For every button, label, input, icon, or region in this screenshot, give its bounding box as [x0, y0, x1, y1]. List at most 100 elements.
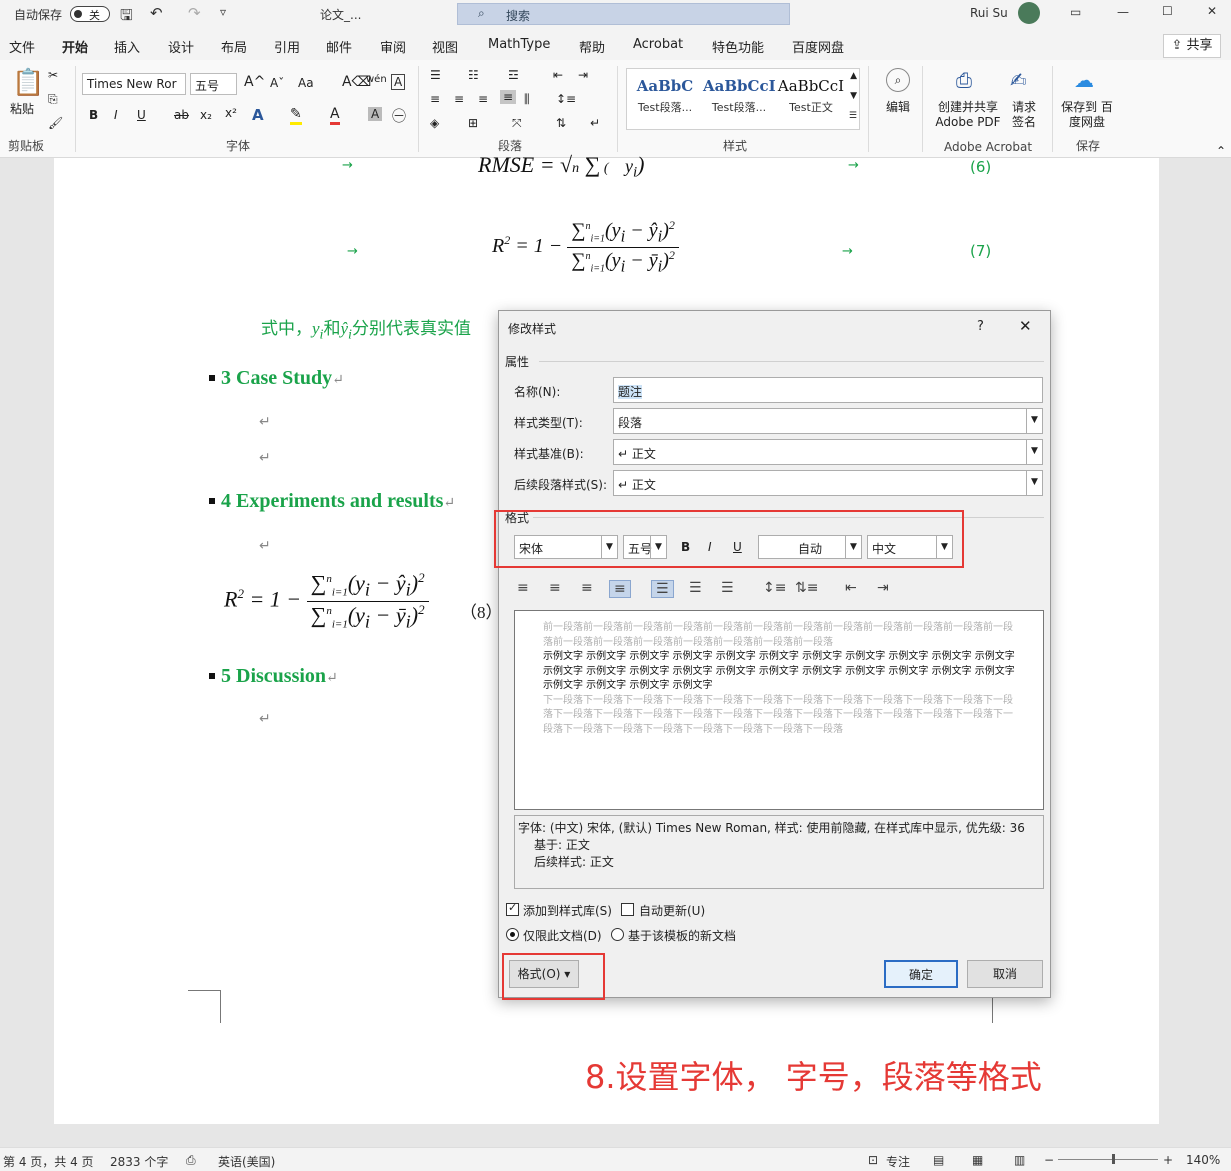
style-gallery[interactable]: AaBbC Test段落... AaBbCcI Test段落... AaBbCcI T…	[626, 68, 860, 130]
double-spacing-icon[interactable]: ☰	[721, 580, 734, 596]
tab-12[interactable]: 特色功能	[712, 37, 764, 56]
add-gallery-checkbox[interactable]: ✓	[506, 901, 519, 916]
multilevel-list-icon[interactable]: ☲	[508, 68, 519, 82]
align-center-icon[interactable]: ≡	[454, 92, 464, 106]
request-sign-icon[interactable]: ✍	[1010, 68, 1027, 92]
justify-icon[interactable]: ≡	[500, 90, 517, 104]
language[interactable]: 英语(美国)	[218, 1153, 275, 1170]
phonetic-guide-icon[interactable]: wén	[366, 74, 387, 85]
save-icon[interactable]: 🖫	[120, 5, 133, 30]
customize-qat-icon[interactable]: ▿	[220, 5, 226, 19]
style-item[interactable]: AaBbCcI Test正文	[775, 77, 847, 115]
undo-icon[interactable]: ↶	[150, 4, 163, 22]
tab-2[interactable]: 插入	[114, 37, 140, 56]
change-case-icon[interactable]: Aa	[298, 76, 314, 90]
collapse-ribbon-icon[interactable]: ⌃	[1216, 144, 1226, 158]
highlight-icon[interactable]: ✎	[290, 106, 302, 125]
style-type-select[interactable]: 段落 ▼	[613, 408, 1043, 434]
user-name[interactable]: Rui Su	[970, 6, 1008, 20]
redo-icon[interactable]: ↷	[188, 4, 201, 22]
avatar[interactable]	[1018, 2, 1040, 24]
auto-update-label[interactable]: 自动更新(U)	[639, 902, 705, 919]
align-left-icon[interactable]: ≡	[517, 580, 529, 596]
decrease-spacing-icon[interactable]: ⇅≡	[795, 580, 818, 596]
increase-indent-icon[interactable]: ⇥	[578, 68, 588, 82]
maximize-icon[interactable]: ☐	[1162, 4, 1173, 18]
copy-icon[interactable]: ⎘	[48, 92, 58, 107]
heading-experiments[interactable]: 4 Experiments and results↵	[221, 490, 455, 513]
baidu-cloud-icon[interactable]: ☁	[1074, 68, 1094, 92]
align-right-icon[interactable]: ≡	[581, 580, 593, 596]
only-doc-label[interactable]: 仅限此文档(D)	[523, 927, 602, 944]
word-count[interactable]: 2833 个字	[110, 1153, 168, 1170]
distributed-icon[interactable]: ⫼	[524, 92, 530, 107]
focus-label[interactable]: 专注	[886, 1153, 910, 1170]
gallery-up-icon[interactable]: ▲	[850, 71, 857, 81]
tab-1[interactable]: 开始	[62, 37, 89, 62]
bold-icon[interactable]: B	[89, 108, 98, 122]
font-size-box[interactable]: 五号	[190, 73, 237, 95]
text-effects-icon[interactable]: A	[252, 106, 264, 124]
italic-icon[interactable]: I	[114, 108, 118, 122]
tab-7[interactable]: 审阅	[380, 37, 406, 56]
bullets-icon[interactable]: ☰	[430, 68, 441, 82]
zoom-out-icon[interactable]: −	[1044, 1153, 1054, 1167]
ribbon-display-icon[interactable]: ▭	[1070, 5, 1081, 19]
web-layout-icon[interactable]: ▥	[1014, 1153, 1025, 1167]
format-painter-icon[interactable]: 🖌	[48, 116, 63, 130]
add-gallery-label[interactable]: 添加到样式库(S)	[523, 902, 612, 919]
paste-icon[interactable]: 📋	[12, 68, 44, 98]
new-template-radio[interactable]	[611, 928, 624, 941]
font-color-icon[interactable]: A	[330, 106, 340, 125]
font-name-box[interactable]: Times New Ror	[82, 73, 186, 95]
tab-8[interactable]: 视图	[432, 37, 458, 56]
minimize-icon[interactable]: —	[1117, 5, 1129, 19]
show-marks-icon[interactable]: ↵	[590, 116, 600, 130]
cancel-button[interactable]: 取消	[967, 960, 1043, 988]
proofing-icon[interactable]: ⎙	[186, 1153, 196, 1168]
gallery-down-icon[interactable]: ▼	[850, 91, 857, 101]
superscript-icon[interactable]: x²	[225, 106, 237, 120]
tab-10[interactable]: 帮助	[579, 37, 605, 56]
equation-rmse[interactable]: RMSE = √n ∑ ( yi)	[478, 152, 644, 182]
find-icon[interactable]: ⌕	[886, 68, 910, 92]
increase-spacing-icon[interactable]: ↕≡	[763, 580, 786, 596]
gallery-more-icon[interactable]: ☰	[849, 111, 857, 121]
new-template-label[interactable]: 基于该模板的新文档	[628, 927, 736, 944]
char-shading-icon[interactable]: A	[368, 107, 383, 121]
tab-0[interactable]: 文件	[9, 37, 35, 56]
numbering-icon[interactable]: ☷	[468, 68, 479, 82]
chinese-layout-icon[interactable]: ⤧	[512, 116, 522, 131]
heading-case-study[interactable]: 3 Case Study↵	[221, 367, 344, 390]
body-paragraph[interactable]: 式中，yi和ŷi分别代表真实值	[261, 314, 471, 343]
tab-13[interactable]: 百度网盘	[792, 37, 844, 56]
tab-3[interactable]: 设计	[168, 37, 194, 56]
paste-label[interactable]: 粘贴	[10, 100, 34, 117]
zoom-slider-thumb[interactable]	[1112, 1154, 1115, 1164]
align-left-icon[interactable]: ≡	[430, 92, 440, 106]
tab-6[interactable]: 邮件	[326, 37, 352, 56]
line-spacing-icon[interactable]: ↕≡	[556, 92, 576, 106]
equation-r2-8[interactable]: R2 = 1 − ∑ni=1(yi − ŷi)2 ∑ni=1(yi − ȳi)2	[224, 570, 429, 632]
zoom-in-icon[interactable]: +	[1163, 1153, 1173, 1167]
strikethrough-icon[interactable]: ab	[174, 108, 189, 122]
share-button[interactable]: ⇪ 共享	[1163, 34, 1221, 58]
grow-font-icon[interactable]: A^	[244, 74, 265, 90]
shrink-font-icon[interactable]: Aˇ	[270, 76, 284, 90]
cut-icon[interactable]: ✂	[48, 68, 58, 82]
decrease-indent-icon[interactable]: ⇤	[553, 68, 563, 82]
subscript-icon[interactable]: x₂	[200, 108, 212, 122]
style-item[interactable]: AaBbC Test段落...	[629, 77, 701, 115]
request-sign-label[interactable]: 请求 签名	[1008, 100, 1040, 130]
autosave-toggle[interactable]: 关	[70, 6, 110, 22]
sort-icon[interactable]: ⇅	[556, 116, 566, 130]
ok-button[interactable]: 确定	[884, 960, 958, 988]
zoom-slider[interactable]	[1058, 1159, 1158, 1160]
focus-icon[interactable]: ⊡	[868, 1153, 878, 1167]
borders-icon[interactable]: ⊞	[468, 116, 478, 130]
tab-5[interactable]: 引用	[274, 37, 300, 56]
decrease-indent-icon[interactable]: ⇤	[845, 580, 857, 596]
page-count[interactable]: 第 4 页，共 4 页	[3, 1153, 94, 1170]
char-border-icon[interactable]: A	[391, 74, 406, 90]
enclose-char-icon[interactable]: ㊀	[392, 106, 406, 126]
